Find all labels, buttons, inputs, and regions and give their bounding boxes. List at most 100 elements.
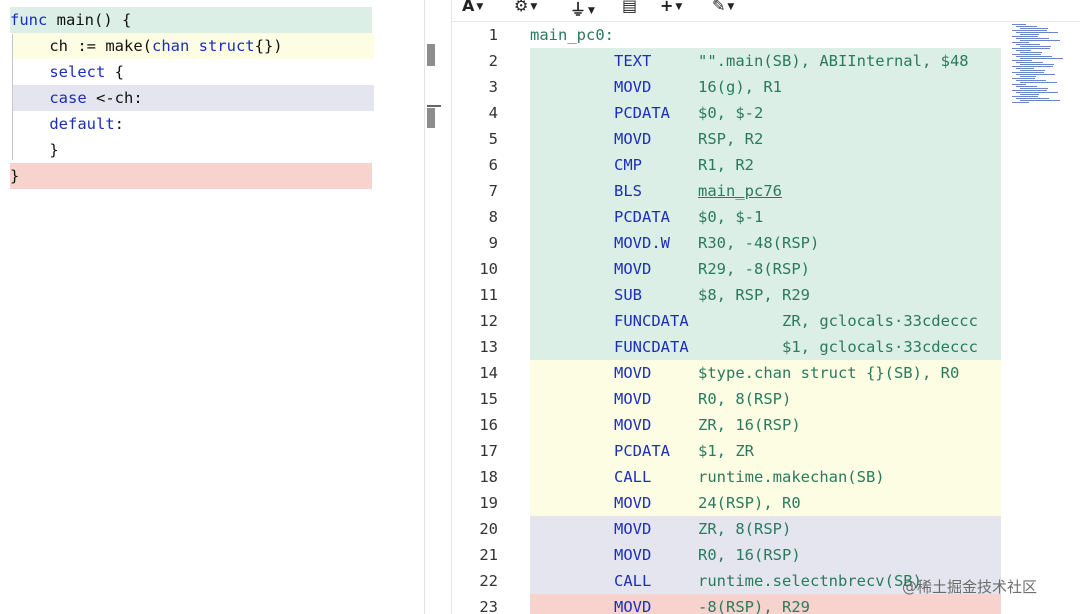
line-highlight <box>530 126 1001 152</box>
asm-operands: R30, -48(RSP) <box>698 234 820 252</box>
pane-splitter[interactable] <box>424 0 452 614</box>
splitter-handle[interactable] <box>427 108 435 128</box>
minimap-line <box>1020 52 1042 53</box>
add-tool-button[interactable]: + ▼ <box>660 0 682 16</box>
source-line[interactable]: } <box>12 137 374 163</box>
source-line[interactable]: case <-ch: <box>12 85 374 111</box>
minimap-line <box>1012 90 1047 91</box>
asm-operands: $0, $-2 <box>698 104 764 122</box>
asm-line[interactable]: 21 MOVD R0, 16(RSP) <box>452 542 1080 568</box>
asm-instruction: MOVD <box>614 364 652 382</box>
minimap-line <box>1020 34 1039 35</box>
asm-operands: ZR, 16(RSP) <box>698 416 801 434</box>
line-number: 6 <box>488 156 498 174</box>
asm-operands: "".main(SB), ABIInternal, $48 <box>698 52 969 70</box>
minimap-line <box>1012 36 1038 37</box>
asm-line[interactable]: 17 PCDATA $1, ZR <box>452 438 1080 464</box>
code-token: : <box>114 115 124 133</box>
asm-line[interactable]: 20 MOVD ZR, 8(RSP) <box>452 516 1080 542</box>
asm-instruction: CALL <box>614 572 652 590</box>
gear-icon: ⚙ <box>514 0 529 15</box>
asm-line[interactable]: 13 FUNCDATA $1, gclocals·33cdeccc <box>452 334 1080 360</box>
asm-line[interactable]: 3 MOVD 16(g), R1 <box>452 74 1080 100</box>
line-number: 12 <box>479 312 498 330</box>
minimap-line <box>1016 44 1040 45</box>
asm-line[interactable]: 7 BLS main_pc76 <box>452 178 1080 204</box>
asm-line[interactable]: 10 MOVD R29, -8(RSP) <box>452 256 1080 282</box>
jump-link[interactable]: main_pc76 <box>698 182 782 200</box>
line-number: 2 <box>488 52 498 70</box>
minimap-line <box>1016 80 1046 81</box>
minimap-line <box>1012 48 1050 49</box>
asm-line[interactable]: 1 main_pc0: <box>452 22 1080 48</box>
line-number: 1 <box>488 26 498 44</box>
minimap-line <box>1020 70 1045 71</box>
assembly-output[interactable]: 1 main_pc0: 2 TEXT "".main(SB), ABIInternal,… <box>452 22 1080 614</box>
minimap-line <box>1016 92 1058 93</box>
source-line[interactable]: select { <box>12 59 374 85</box>
asm-line[interactable]: 9 MOVD.W R30, -48(RSP) <box>452 230 1080 256</box>
source-editor[interactable]: func main() { ch := make(chan struct{}) … <box>0 0 424 614</box>
code-token: } <box>10 167 20 185</box>
filter-button[interactable]: ⏚ ▼ <box>570 0 595 19</box>
minimap-line <box>1016 50 1031 51</box>
font-size-button[interactable]: A ▼ <box>462 0 483 16</box>
asm-instruction: MOVD <box>614 520 652 538</box>
chevron-down-icon: ▼ <box>476 1 484 12</box>
asm-line[interactable]: 2 TEXT "".main(SB), ABIInternal, $48 <box>452 48 1080 74</box>
settings-button[interactable]: ⚙ ▼ <box>514 0 537 16</box>
asm-line[interactable]: 14 MOVD $type.chan struct {}(SB), R0 <box>452 360 1080 386</box>
minimap-line <box>1012 54 1041 55</box>
line-highlight <box>530 152 1001 178</box>
line-highlight <box>530 100 1001 126</box>
minimap-line <box>1016 62 1043 63</box>
minimap-line <box>1020 100 1060 101</box>
asm-line[interactable]: 6 CMP R1, R2 <box>452 152 1080 178</box>
source-line[interactable]: } <box>10 163 372 189</box>
tools-button[interactable]: ✎ ▼ <box>712 0 734 16</box>
asm-line[interactable]: 23 MOVD -8(RSP), R29 <box>452 594 1080 614</box>
asm-operands: R1, R2 <box>698 156 754 174</box>
minimap-line <box>1020 88 1048 89</box>
asm-instruction: MOVD <box>614 494 652 512</box>
source-line[interactable]: default: <box>12 111 374 137</box>
asm-line[interactable]: 4 PCDATA $0, $-2 <box>452 100 1080 126</box>
asm-instruction: MOVD <box>614 78 652 96</box>
asm-instruction: MOVD.W <box>614 234 670 252</box>
line-number: 23 <box>479 598 498 614</box>
source-line[interactable]: func main() { <box>10 7 372 33</box>
line-number: 21 <box>479 546 498 564</box>
asm-line[interactable]: 5 MOVD RSP, R2 <box>452 126 1080 152</box>
book-icon: ▤ <box>622 0 638 15</box>
minimap-line <box>1012 96 1038 97</box>
asm-operands: R0, 16(RSP) <box>698 546 801 564</box>
asm-instruction: CALL <box>614 468 652 486</box>
minimap-line <box>1016 32 1058 33</box>
line-number: 5 <box>488 130 498 148</box>
asm-jump-target-link[interactable]: main_pc76 <box>698 178 782 204</box>
asm-line[interactable]: 15 MOVD R0, 8(RSP) <box>452 386 1080 412</box>
library-button[interactable]: ▤ <box>622 0 637 16</box>
line-number: 9 <box>488 234 498 252</box>
scroll-thumb[interactable] <box>427 44 435 66</box>
minimap-line <box>1012 42 1029 43</box>
asm-instruction: FUNCDATA <box>614 338 689 356</box>
asm-line[interactable]: 8 PCDATA $0, $-1 <box>452 204 1080 230</box>
asm-line[interactable]: 12 FUNCDATA ZR, gclocals·33cdeccc <box>452 308 1080 334</box>
watermark: @稀土掘金技术社区 <box>902 578 1038 596</box>
minimap-line <box>1016 74 1055 75</box>
asm-operands: $8, RSP, R29 <box>698 286 810 304</box>
asm-line[interactable]: 18 CALL runtime.makechan(SB) <box>452 464 1080 490</box>
line-number: 22 <box>479 572 498 590</box>
asm-line[interactable]: 11 SUB $8, RSP, R29 <box>452 282 1080 308</box>
minimap[interactable] <box>1004 22 1080 122</box>
font-size-label: A <box>462 0 475 15</box>
asm-line[interactable]: 19 MOVD 24(RSP), R0 <box>452 490 1080 516</box>
wrench-icon: ✎ <box>712 0 726 15</box>
source-line[interactable]: ch := make(chan struct{}) <box>12 33 374 59</box>
minimap-line <box>1020 64 1054 65</box>
line-number: 16 <box>479 416 498 434</box>
asm-line[interactable]: 16 MOVD ZR, 16(RSP) <box>452 412 1080 438</box>
